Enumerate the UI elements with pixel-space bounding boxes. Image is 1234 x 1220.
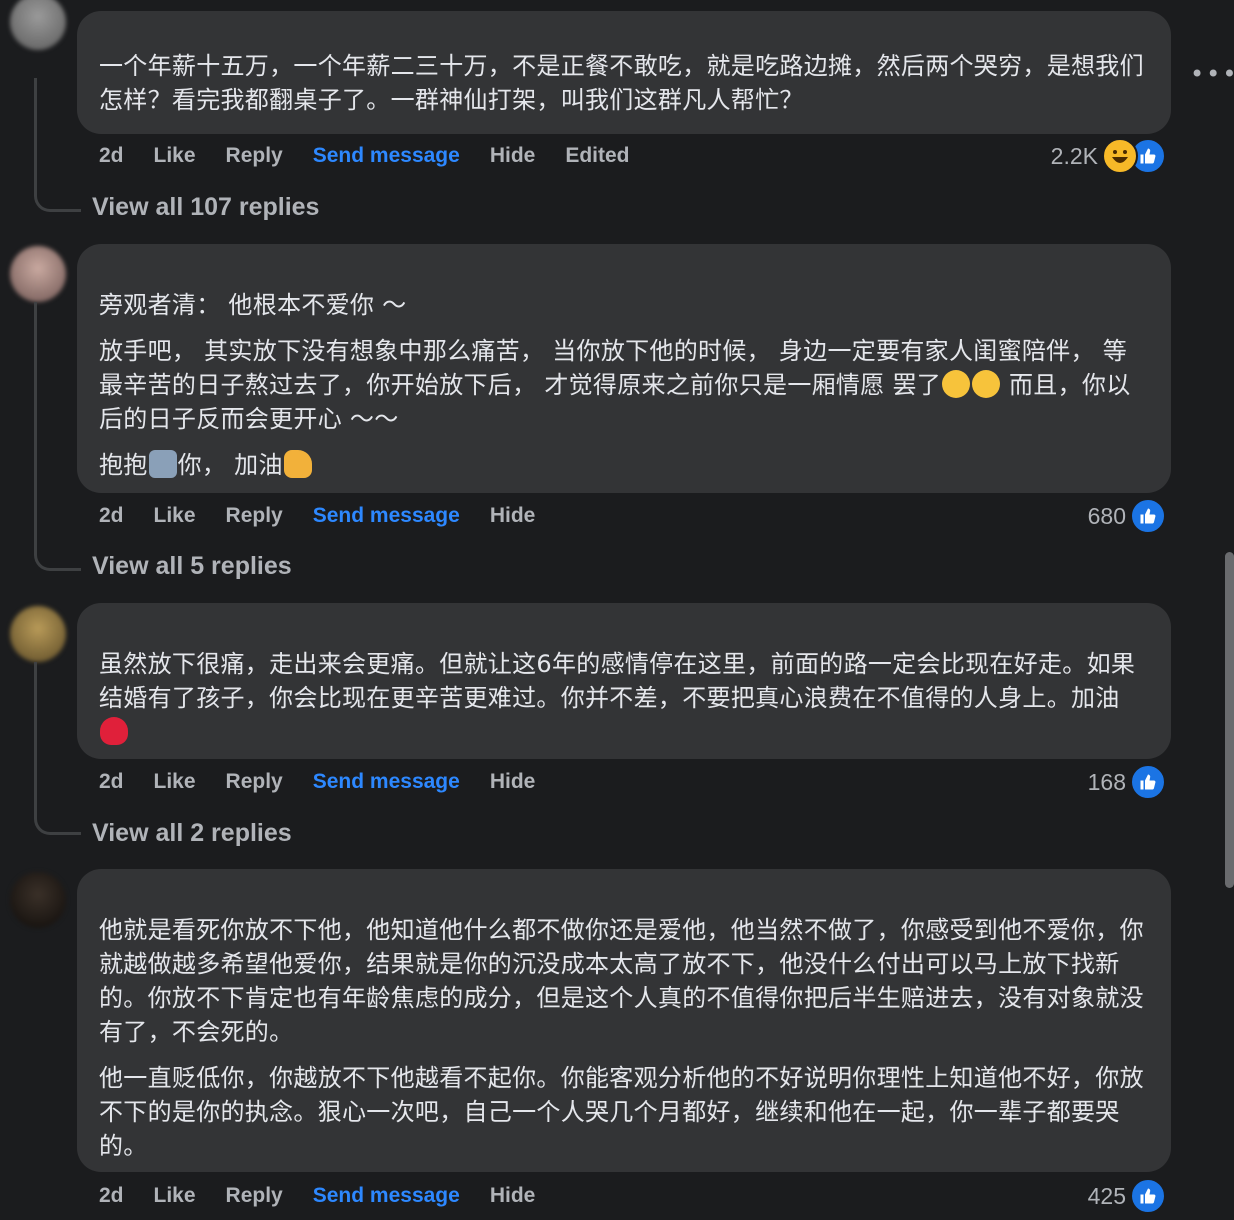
thumbs-up-icon [1130,1178,1166,1214]
comment-text: 他就是看死你放不下他，他知道他什么都不做你还是爱他，他当然不做了，你感受到他不爱… [99,916,1144,1046]
comment-text: 他一直贬低你，你越放不下他越看不起你。你能客观分析他的不好说明你理性上知道他不好… [99,1064,1144,1160]
avatar[interactable] [10,246,66,302]
reaction-count: 680 [1087,502,1126,529]
comment-text: 抱抱 你， 加油 [99,448,1149,482]
like-button[interactable]: Like [154,504,196,528]
avatar[interactable] [10,872,66,928]
thread-connector [34,78,81,212]
comment-text: 放手吧， 其实放下没有想象中那么痛苦， 当你放下他的时候， 身边一定要有家人闺蜜… [99,334,1149,436]
expressionless-emoji-icon [942,370,971,398]
thread-connector [34,302,81,571]
reaction-summary[interactable]: 2.2K [1051,138,1166,174]
view-replies-link[interactable]: View all 5 replies [92,552,292,581]
comment-actions: 2d Like Reply Send message Hide [99,501,565,531]
reply-button[interactable]: Reply [226,770,283,794]
reply-button[interactable]: Reply [226,504,283,528]
timestamp[interactable]: 2d [99,1184,124,1208]
avatar[interactable] [10,606,66,662]
like-button[interactable]: Like [154,1184,196,1208]
like-button[interactable]: Like [154,144,196,168]
send-message-button[interactable]: Send message [313,504,460,528]
red-heart-emoji-icon [100,717,128,745]
haha-emoji-icon [1102,138,1138,174]
comment-text: 旁观者清： 他根本不爱你 ～ [99,291,407,319]
comment-bubble: 一个年薪十五万，一个年薪二三十万，不是正餐不敢吃，就是吃路边摊，然后两个哭穷，是… [77,11,1171,134]
like-button[interactable]: Like [154,770,196,794]
hide-button[interactable]: Hide [490,770,536,794]
expressionless-emoji-icon [972,370,1001,398]
reaction-summary[interactable]: 168 [1088,764,1166,800]
thread-connector [34,662,81,835]
reaction-count: 2.2K [1050,142,1098,169]
thumbs-up-icon [1130,498,1166,534]
comment-actions: 2d Like Reply Send message Hide [99,1181,565,1211]
hide-button[interactable]: Hide [490,1184,536,1208]
reaction-count: 425 [1087,1182,1126,1209]
comment-actions: 2d Like Reply Send message Hide Edited [99,141,660,171]
comment-text: 一个年薪十五万，一个年薪二三十万，不是正餐不敢吃，就是吃路边摊，然后两个哭穷，是… [99,52,1144,114]
timestamp[interactable]: 2d [99,770,124,794]
scrollbar-thumb[interactable] [1225,552,1234,888]
send-message-button[interactable]: Send message [313,1184,460,1208]
reaction-count: 168 [1087,768,1126,795]
comment-text-part: 虽然放下很痛，走出来会更痛。但就让这6年的感情停在这里，前面的路一定会比现在好走… [99,650,1136,712]
view-replies-link[interactable]: View all 2 replies [92,819,292,848]
avatar[interactable] [10,0,66,50]
comment-actions: 2d Like Reply Send message Hide [99,767,565,797]
comment-text-part: 你， 加油 [177,451,283,479]
comment-bubble: 旁观者清： 他根本不爱你 ～ 放手吧， 其实放下没有想象中那么痛苦， 当你放下他… [77,244,1171,493]
timestamp[interactable]: 2d [99,504,124,528]
more-options-icon[interactable]: ••• [1190,60,1234,88]
reply-button[interactable]: Reply [226,144,283,168]
comment-text: 虽然放下很痛，走出来会更痛。但就让这6年的感情停在这里，前面的路一定会比现在好走… [99,647,1149,749]
reaction-summary[interactable]: 680 [1088,498,1166,534]
hug-emoji-icon [148,450,177,478]
reply-button[interactable]: Reply [226,1184,283,1208]
timestamp[interactable]: 2d [99,144,124,168]
view-replies-link[interactable]: View all 107 replies [92,193,319,222]
comment-text-part: 抱抱 [99,451,148,479]
comment-bubble: 虽然放下很痛，走出来会更痛。但就让这6年的感情停在这里，前面的路一定会比现在好走… [77,603,1171,759]
comment-bubble: 他就是看死你放不下他，他知道他什么都不做你还是爱他，他当然不做了，你感受到他不爱… [77,869,1171,1172]
reaction-summary[interactable]: 425 [1088,1178,1166,1214]
edited-label[interactable]: Edited [565,144,629,168]
hide-button[interactable]: Hide [490,504,536,528]
send-message-button[interactable]: Send message [313,144,460,168]
thumbs-up-icon [1130,764,1166,800]
send-message-button[interactable]: Send message [313,770,460,794]
hide-button[interactable]: Hide [490,144,536,168]
flexed-biceps-emoji-icon [283,450,312,478]
